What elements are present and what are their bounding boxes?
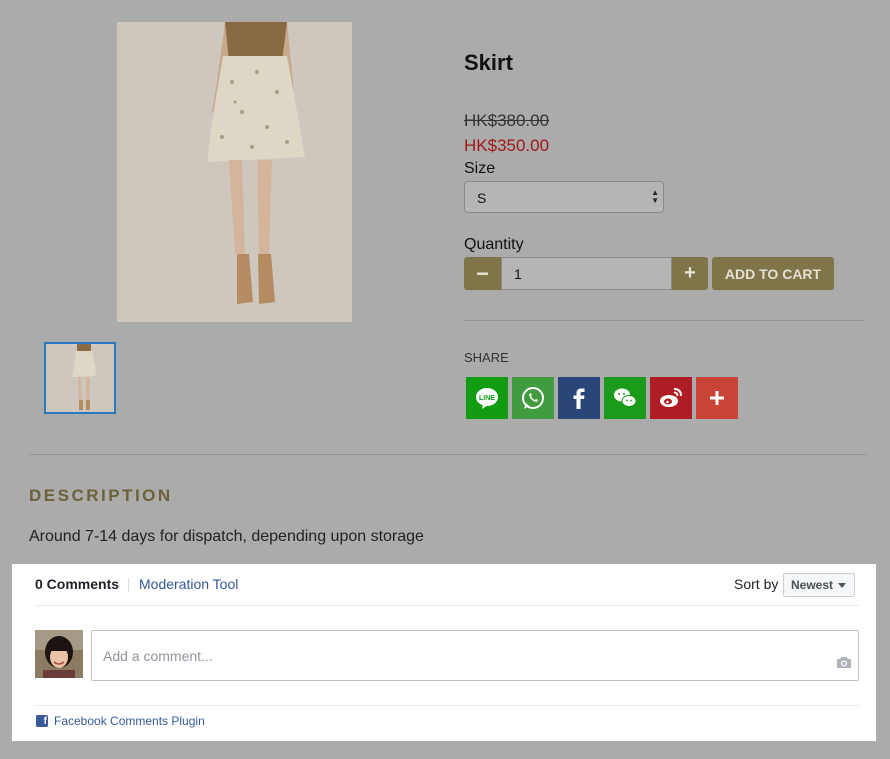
share-line-button[interactable]: LINE <box>466 377 508 419</box>
quantity-decrease-button[interactable]: − <box>464 257 501 290</box>
divider <box>464 320 864 321</box>
facebook-comments-plugin: 0 Comments Moderation Tool Sort by Newes… <box>12 564 876 741</box>
select-arrows-icon: ▲ ▼ <box>651 188 659 205</box>
sale-price: HK$350.00 <box>464 136 550 155</box>
facebook-icon <box>573 388 585 409</box>
facebook-logo-icon: f <box>36 715 48 727</box>
sort-label: Sort by <box>734 576 779 592</box>
weibo-icon <box>660 388 682 407</box>
comment-count: 0 Comments <box>35 576 120 592</box>
section-divider <box>29 454 867 455</box>
wechat-icon <box>614 388 637 407</box>
plugin-footer[interactable]: f Facebook Comments Plugin <box>36 714 205 728</box>
plugin-footer-label: Facebook Comments Plugin <box>54 714 205 728</box>
description-heading: DESCRIPTION <box>29 486 173 505</box>
more-share-icon <box>710 391 724 405</box>
size-label: Size <box>464 160 496 177</box>
share-more-button[interactable] <box>696 377 738 419</box>
product-title: Skirt <box>464 50 513 75</box>
svg-text:LINE: LINE <box>479 395 495 402</box>
share-buttons: LINE <box>466 377 738 419</box>
quantity-input[interactable]: 1 <box>501 257 672 290</box>
add-to-cart-button[interactable]: ADD TO CART <box>712 257 834 290</box>
share-whatsapp-button[interactable] <box>512 377 554 419</box>
camera-icon[interactable] <box>836 656 852 672</box>
size-select-value: S <box>477 190 487 206</box>
moderation-tool-link[interactable]: Moderation Tool <box>139 576 238 592</box>
product-main-image[interactable] <box>117 22 352 322</box>
header-separator <box>128 578 129 592</box>
description-text: Around 7-14 days for dispatch, depending… <box>29 528 424 545</box>
plus-icon: + <box>684 262 696 284</box>
line-icon: LINE <box>476 388 498 409</box>
share-facebook-button[interactable] <box>558 377 600 419</box>
sort-dropdown[interactable]: Newest <box>783 573 855 597</box>
share-weibo-button[interactable] <box>650 377 692 419</box>
product-thumbnail[interactable] <box>44 342 116 414</box>
divider <box>35 605 859 606</box>
comment-input-placeholder: Add a comment... <box>103 648 213 664</box>
whatsapp-icon <box>522 387 544 409</box>
sort-value: Newest <box>791 578 834 592</box>
user-avatar <box>35 630 83 678</box>
quantity-increase-button[interactable]: + <box>672 257 708 290</box>
minus-icon: − <box>476 260 489 286</box>
comment-input[interactable]: Add a comment... <box>91 630 859 681</box>
share-label: SHARE <box>464 350 509 365</box>
divider <box>35 705 859 706</box>
caret-down-icon <box>838 582 847 588</box>
share-wechat-button[interactable] <box>604 377 646 419</box>
quantity-label: Quantity <box>464 236 524 253</box>
size-select[interactable]: S ▲ ▼ <box>464 181 664 213</box>
original-price: HK$380.00 <box>464 111 550 130</box>
